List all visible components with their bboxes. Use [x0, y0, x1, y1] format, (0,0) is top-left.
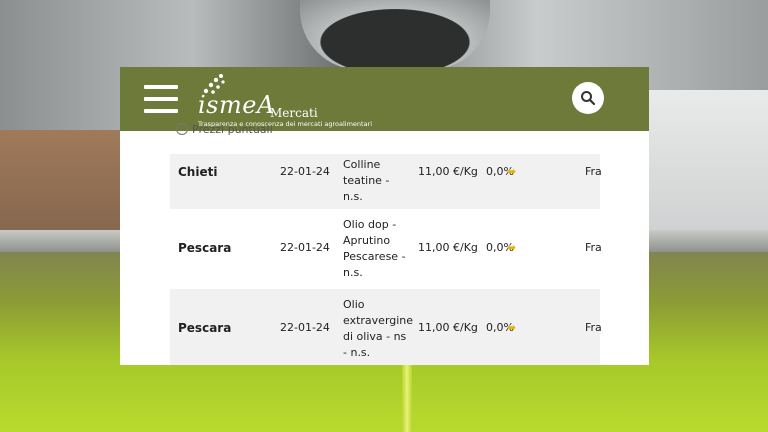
ismea-logo[interactable]: ismeA Mercati Trasparenza e conoscenza d…: [198, 73, 398, 128]
product-cell: Colline teatine - n.s.: [343, 158, 390, 203]
background-tube: [300, 0, 490, 70]
price-cell: 11,00 €/Kg: [418, 321, 478, 334]
ismea-screen: ismeA Mercati Trasparenza e conoscenza d…: [120, 67, 649, 365]
background-oil-stream: [402, 364, 412, 432]
product-cell: Olio dop - Aprutino Pescarese - n.s.: [343, 218, 406, 279]
date-cell: 22-01-24: [280, 321, 330, 334]
price-cell: 11,00 €/Kg: [418, 241, 478, 254]
price-type-option[interactable]: Prezzi puntuali: [176, 123, 273, 136]
radio-icon: [176, 123, 188, 135]
city-cell: Pescara: [178, 321, 232, 335]
market-cell: Fra: [585, 241, 602, 254]
table-row[interactable]: Pescara 22-01-24 Olio dop - Aprutino Pes…: [170, 209, 602, 289]
arrow-neutral-icon: ⬌: [507, 321, 517, 334]
date-cell: 22-01-24: [280, 241, 330, 254]
market-cell: Fra: [585, 165, 602, 178]
price-type-label: Prezzi puntuali: [192, 123, 273, 136]
date-cell: 22-01-24: [280, 165, 330, 178]
price-table: Chieti 22-01-24 Colline teatine - n.s. 1…: [170, 154, 602, 365]
table-row[interactable]: Chieti 22-01-24 Colline teatine - n.s. 1…: [170, 154, 602, 209]
hamburger-menu-icon[interactable]: [144, 85, 178, 113]
logo-subtitle: Mercati: [270, 106, 318, 120]
search-icon: [581, 91, 596, 106]
market-cell: Fra: [585, 321, 602, 334]
table-row[interactable]: Pescara 22-01-24 Olio extravergine di ol…: [170, 289, 602, 365]
arrow-neutral-icon: ⬌: [507, 165, 517, 178]
city-cell: Chieti: [178, 165, 218, 179]
arrow-neutral-icon: ⬌: [507, 241, 517, 254]
city-cell: Pescara: [178, 241, 232, 255]
app-header: ismeA Mercati Trasparenza e conoscenza d…: [120, 67, 649, 131]
search-button[interactable]: [572, 82, 604, 114]
product-cell: Olio extravergine di oliva - ns - n.s.: [343, 298, 414, 359]
price-cell: 11,00 €/Kg: [418, 165, 478, 178]
logo-brand: ismeA: [198, 91, 275, 119]
